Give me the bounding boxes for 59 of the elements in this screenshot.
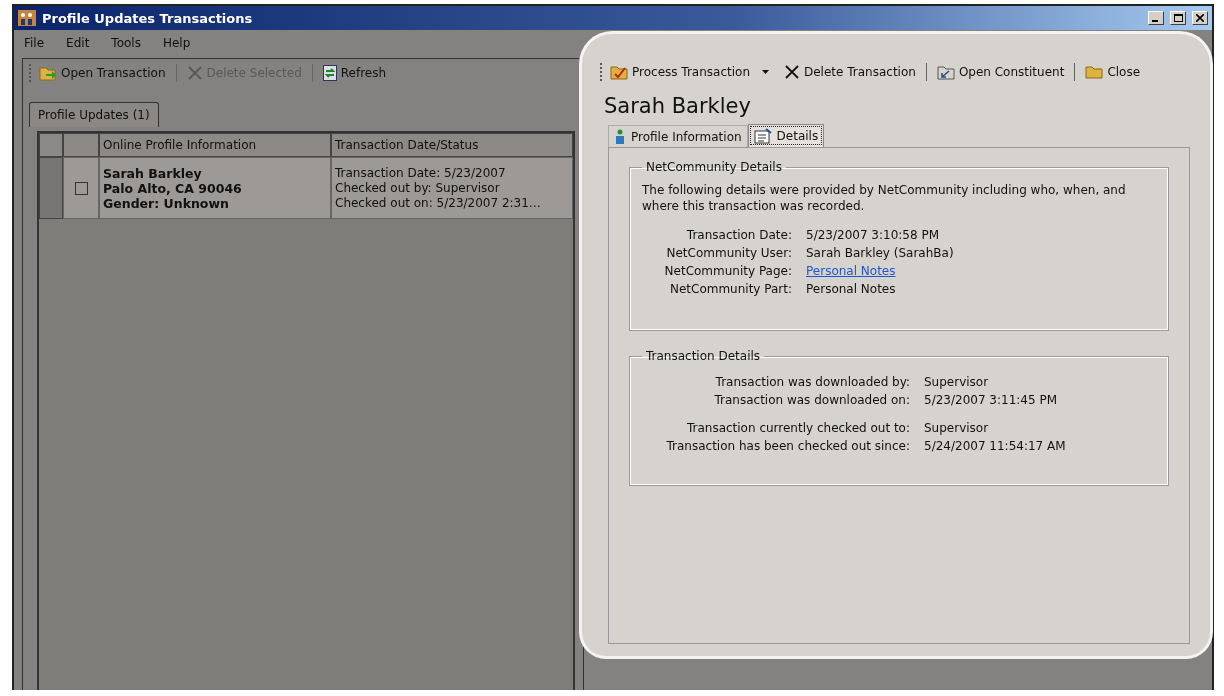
- field-value: Sarah Barkley (SarahBa): [806, 245, 954, 262]
- folder-icon: [1085, 65, 1104, 79]
- maximize-button[interactable]: [1170, 11, 1186, 25]
- toolbar-button[interactable]: Delete Transaction: [781, 62, 919, 82]
- folder-check-icon: [610, 64, 628, 80]
- person-icon: [614, 129, 626, 145]
- field-label: NetCommunity Page:: [663, 263, 792, 280]
- field-label: NetCommunity Part:: [668, 281, 792, 298]
- close-button[interactable]: [1192, 11, 1208, 25]
- refresh-icon: [322, 65, 337, 81]
- dropdown-caret-icon: [762, 70, 769, 74]
- group-title: NetCommunity Details: [645, 160, 783, 174]
- status-line: Checked out by: Supervisor: [335, 180, 501, 196]
- menu-item[interactable]: Tools: [111, 36, 141, 50]
- field-value: Supervisor: [924, 374, 989, 391]
- field-label: Transaction currently checked out to:: [685, 420, 910, 437]
- toolbar-button[interactable]: Close: [1082, 63, 1144, 81]
- minimize-button[interactable]: [1148, 11, 1164, 25]
- status-line: Transaction Date: 5/23/2007: [335, 165, 507, 181]
- tab[interactable]: Profile Information: [608, 125, 748, 148]
- field-value: Supervisor: [924, 420, 989, 437]
- menu-item[interactable]: File: [24, 36, 45, 50]
- field-label: Transaction was downloaded on:: [713, 392, 910, 409]
- field-value: 5/24/2007 11:54:17 AM: [924, 438, 1066, 455]
- form-icon: [753, 128, 772, 144]
- intro-text: The following details were provided by NetCommunity including who, when, and where this transaction was recorded.: [642, 182, 1127, 214]
- folder-arrow-icon: [39, 65, 57, 81]
- menu-item[interactable]: Help: [162, 36, 191, 50]
- folder-arrow-icon: [936, 64, 955, 80]
- field-value: 5/23/2007 3:11:45 PM: [924, 392, 1057, 409]
- column-header[interactable]: Online Profile Information: [99, 133, 331, 157]
- profile-line: Palo Alto, CA 90046: [103, 180, 243, 196]
- profile-line: Sarah Barkley: [103, 165, 203, 181]
- window-title: Profile Updates Transactions: [42, 10, 254, 26]
- toolbar-button[interactable]: Refresh: [319, 63, 390, 83]
- record-name: Sarah Barkley: [603, 93, 752, 120]
- tab[interactable]: Details: [747, 124, 825, 147]
- app-icon: [18, 10, 36, 26]
- page-link[interactable]: Personal Notes: [806, 262, 896, 280]
- field-value: Personal Notes: [806, 281, 896, 298]
- toolbar-button[interactable]: Process Transaction: [607, 62, 777, 82]
- maximize-icon: [1173, 14, 1183, 22]
- toolbar-button[interactable]: Open Transaction: [36, 63, 169, 83]
- checkbox[interactable]: [74, 181, 88, 195]
- profile-line: Gender: Unknown: [103, 195, 230, 211]
- field-label: NetCommunity User:: [665, 245, 792, 262]
- group-title: Transaction Details: [645, 349, 762, 363]
- close-icon: [1196, 14, 1204, 22]
- x-icon: [784, 64, 800, 80]
- x-icon: [186, 65, 203, 81]
- field-label: Transaction Date:: [685, 227, 792, 244]
- field-label: Transaction has been checked out since:: [665, 438, 910, 455]
- field-value: 5/23/2007 3:10:58 PM: [806, 227, 939, 244]
- toolbar-button[interactable]: Open Constituent: [933, 62, 1068, 82]
- column-header[interactable]: Transaction Date/Status: [331, 133, 573, 157]
- tab[interactable]: Profile Updates (1): [29, 102, 159, 127]
- field-label: Transaction was downloaded by:: [714, 374, 910, 391]
- menu-item[interactable]: Edit: [66, 36, 90, 50]
- status-line: Checked out on: 5/23/2007 2:31…: [335, 195, 542, 211]
